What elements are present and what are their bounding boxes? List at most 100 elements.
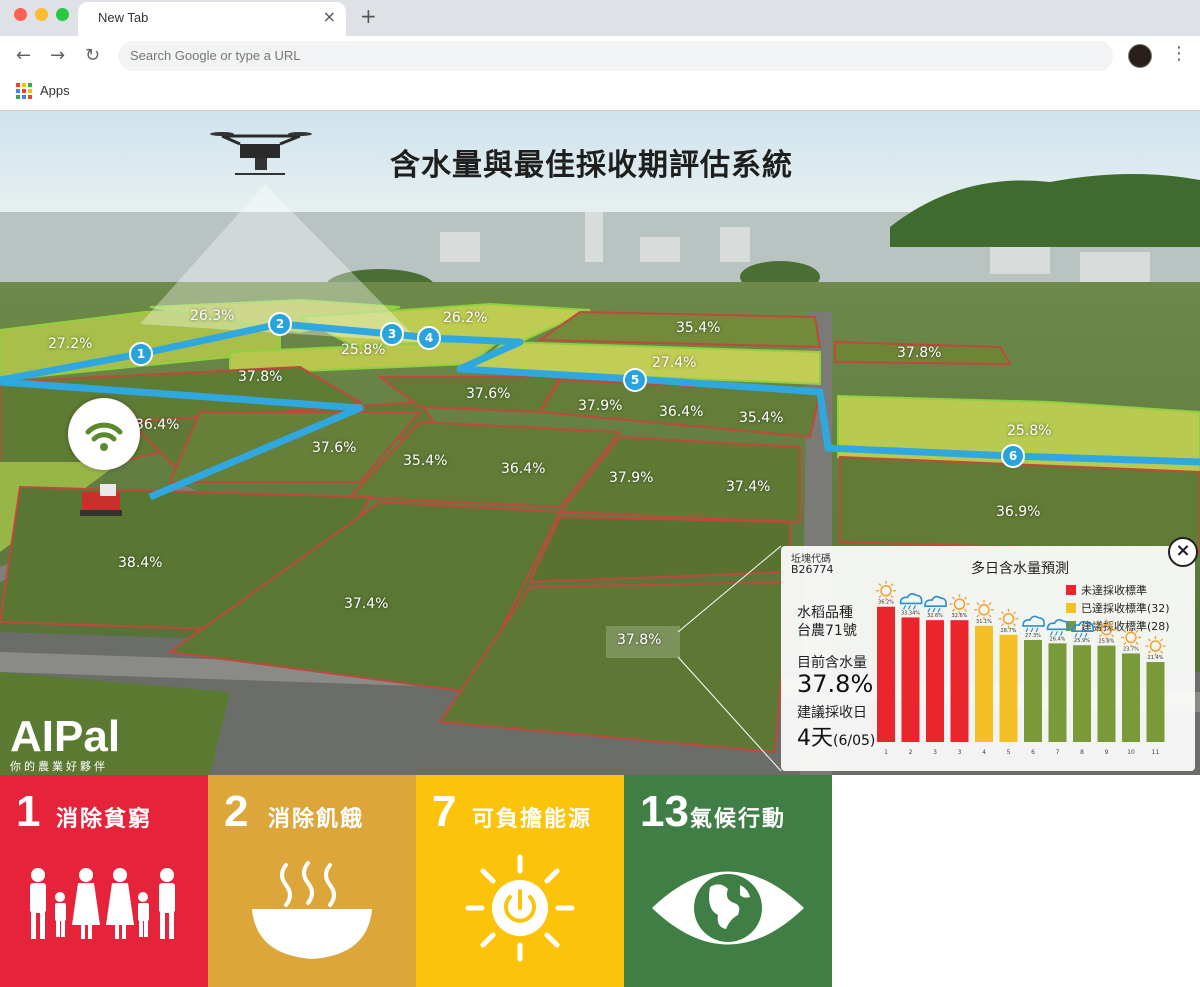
waypoint-marker[interactable]: 6 bbox=[1001, 444, 1025, 468]
field-moisture-label[interactable]: 26.3% bbox=[190, 308, 234, 324]
harvest-value: 4天(6/05) bbox=[797, 720, 875, 752]
waypoint-marker[interactable]: 2 bbox=[268, 312, 292, 336]
sun-icon bbox=[876, 580, 896, 601]
bar-value-label: 28.7% bbox=[1001, 628, 1017, 634]
field-moisture-label[interactable]: 27.4% bbox=[652, 355, 696, 371]
x-tick-label: 5 bbox=[1007, 749, 1011, 756]
back-arrow-icon[interactable]: ← bbox=[16, 45, 31, 66]
field-moisture-label[interactable]: 36.4% bbox=[501, 461, 545, 477]
legend-item-not-ready: 未達採收標準 bbox=[1066, 582, 1147, 598]
aipal-logo: AIPal bbox=[10, 712, 121, 761]
bar-value-label: 21.4% bbox=[1148, 655, 1164, 661]
new-tab-button[interactable]: + bbox=[360, 4, 377, 28]
tab-title: New Tab bbox=[98, 10, 149, 25]
field-moisture-label[interactable]: 36.9% bbox=[996, 504, 1040, 520]
waypoint-marker[interactable]: 1 bbox=[129, 342, 153, 366]
bookmarks-bar: Apps bbox=[0, 76, 1200, 111]
bar-value-label: 32.6% bbox=[952, 613, 968, 619]
field-moisture-label[interactable]: 37.4% bbox=[344, 596, 388, 612]
field-moisture-label[interactable]: 37.8% bbox=[897, 345, 941, 361]
field-moisture-label[interactable]: 35.4% bbox=[403, 453, 447, 469]
bookmark-apps[interactable]: Apps bbox=[40, 83, 70, 98]
field-moisture-label[interactable]: 25.8% bbox=[1007, 423, 1051, 439]
kebab-menu-icon[interactable]: ⋮ bbox=[1170, 43, 1188, 64]
forecast-bar bbox=[926, 620, 944, 742]
apps-grid-icon[interactable] bbox=[16, 83, 32, 99]
family-icon bbox=[30, 868, 175, 939]
field-moisture-label[interactable]: 27.2% bbox=[48, 336, 92, 352]
legend-swatch bbox=[1066, 621, 1076, 631]
x-tick-label: 4 bbox=[982, 749, 986, 756]
browser-chrome: New Tab × + ← → ↻ Search Google or type … bbox=[0, 0, 1200, 112]
forecast-bar bbox=[975, 625, 993, 742]
field-moisture-label[interactable]: 37.4% bbox=[726, 479, 770, 495]
bar-value-label: 32.6% bbox=[927, 613, 943, 619]
sdg-tile-2: 2 消除飢餓 bbox=[208, 775, 416, 987]
bar-value-label: 33.34% bbox=[901, 610, 920, 616]
forecast-title: 多日含水量預測 bbox=[971, 561, 1069, 577]
sun-icon bbox=[949, 594, 970, 615]
address-bar-placeholder: Search Google or type a URL bbox=[130, 48, 301, 63]
tab-new-tab[interactable]: New Tab × bbox=[78, 2, 346, 36]
legend-item-ready: 已達採收標準(32) bbox=[1066, 600, 1170, 616]
minimize-window-icon[interactable] bbox=[35, 8, 48, 21]
forecast-bar bbox=[1073, 645, 1091, 742]
waypoint-marker[interactable]: 5 bbox=[623, 368, 647, 392]
field-moisture-label[interactable]: 37.8% bbox=[617, 632, 661, 648]
waypoint-marker[interactable]: 3 bbox=[380, 322, 404, 346]
forecast-bar bbox=[877, 606, 895, 742]
sun-icon bbox=[998, 608, 1019, 629]
forecast-bar bbox=[1097, 645, 1116, 742]
forecast-bar bbox=[1024, 639, 1042, 742]
forecast-bar bbox=[1048, 643, 1067, 742]
harvest-date: (6/05) bbox=[833, 733, 876, 749]
x-tick-label: 1 bbox=[884, 749, 888, 756]
address-bar[interactable]: Search Google or type a URL bbox=[118, 41, 1113, 71]
sun-icon bbox=[1145, 636, 1166, 657]
maximize-window-icon[interactable] bbox=[56, 8, 69, 21]
field-moisture-label[interactable]: 35.4% bbox=[676, 320, 720, 336]
field-moisture-label[interactable]: 26.2% bbox=[443, 310, 487, 326]
legend-label: 未達採收標準 bbox=[1081, 584, 1147, 597]
close-panel-button[interactable]: × bbox=[1168, 537, 1198, 567]
tab-strip: New Tab × + bbox=[0, 0, 1200, 36]
legend-swatch bbox=[1066, 585, 1076, 595]
profile-avatar[interactable] bbox=[1128, 44, 1152, 68]
forward-arrow-icon[interactable]: → bbox=[50, 45, 65, 66]
close-window-icon[interactable] bbox=[14, 8, 27, 21]
bar-value-label: 25.8% bbox=[1099, 639, 1115, 645]
moisture-value: 37.8% bbox=[797, 670, 874, 698]
field-moisture-label[interactable]: 25.8% bbox=[341, 342, 385, 358]
field-moisture-label[interactable]: 37.6% bbox=[312, 440, 356, 456]
rain-icon bbox=[899, 593, 923, 610]
field-moisture-label[interactable]: 37.8% bbox=[238, 369, 282, 385]
field-moisture-label[interactable]: 38.4% bbox=[118, 555, 162, 571]
field-code: B26774 bbox=[791, 563, 834, 576]
x-tick-label: 3 bbox=[958, 749, 962, 756]
sun-power-icon bbox=[465, 854, 575, 962]
field-moisture-label[interactable]: 37.9% bbox=[578, 398, 622, 414]
legend-item-suggested: 建議採收標準(28) bbox=[1066, 618, 1170, 634]
field-info-panel: 坵塊代碼 B26774 多日含水量預測 水稻品種 台農71號 目前含水量 37.… bbox=[781, 546, 1195, 771]
field-moisture-label[interactable]: 36.4% bbox=[659, 404, 703, 420]
reload-icon[interactable]: ↻ bbox=[85, 45, 100, 66]
sdg-tile-13: 13 氣候行動 bbox=[624, 775, 832, 987]
forecast-bar bbox=[901, 617, 920, 742]
eye-globe-icon bbox=[652, 871, 804, 945]
sun-icon bbox=[974, 599, 994, 620]
x-tick-label: 6 bbox=[1031, 749, 1035, 756]
field-moisture-label[interactable]: 35.4% bbox=[739, 410, 783, 426]
x-tick-label: 10 bbox=[1127, 749, 1135, 756]
close-tab-icon[interactable]: × bbox=[323, 7, 336, 26]
waypoint-marker[interactable]: 4 bbox=[417, 326, 441, 350]
field-moisture-label[interactable]: 37.6% bbox=[466, 386, 510, 402]
variety-label: 水稻品種 bbox=[797, 605, 853, 621]
forecast-bar bbox=[1122, 653, 1140, 742]
aipal-tagline: 你的農業好夥伴 bbox=[10, 760, 108, 773]
legend-label: 建議採收標準(28) bbox=[1081, 620, 1170, 633]
bar-value-label: 31.1% bbox=[976, 619, 992, 625]
bowl-icon bbox=[252, 861, 372, 959]
legend-swatch bbox=[1066, 603, 1076, 613]
field-moisture-label[interactable]: 37.9% bbox=[609, 470, 653, 486]
field-moisture-label[interactable]: 36.4% bbox=[135, 417, 179, 433]
